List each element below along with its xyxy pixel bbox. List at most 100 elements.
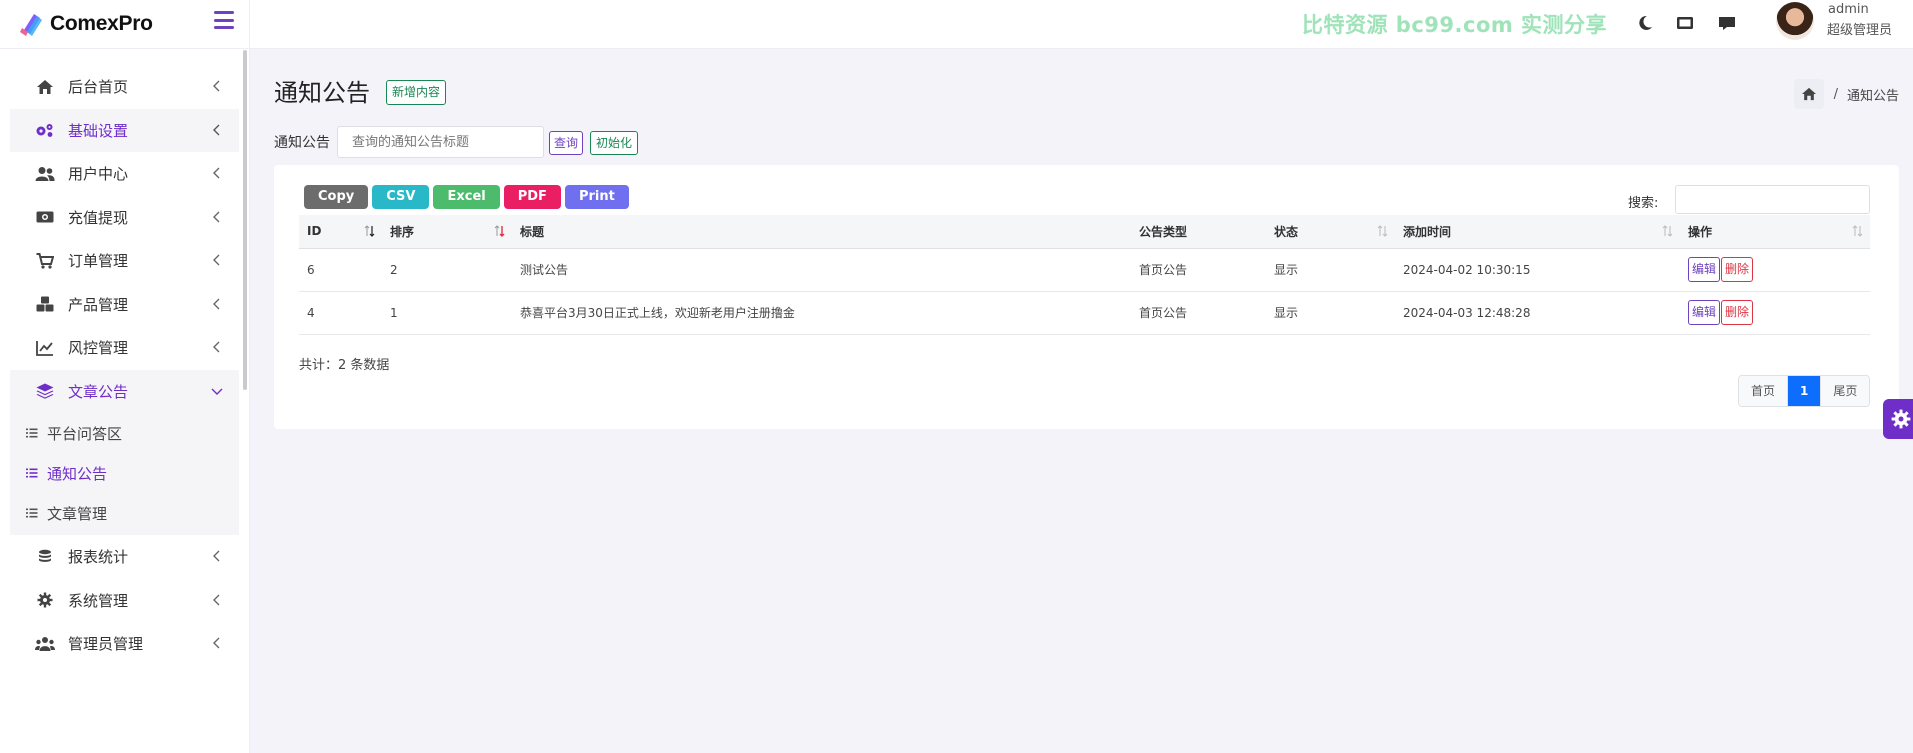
copy-button[interactable]: Copy [304, 185, 369, 209]
breadcrumb-current: 通知公告 [1846, 88, 1899, 104]
column-header-actions[interactable]: 操作 [1680, 215, 1870, 249]
table-row: 6 2 测试公告 首页公告 显示 2024-04-02 10:30:15 编辑删… [299, 248, 1870, 292]
cell-status: 显示 [1266, 248, 1395, 292]
column-header-time[interactable]: 添加时间 [1395, 215, 1680, 249]
submenu-item-qa[interactable]: 平台问答区 [10, 413, 239, 453]
cell-type: 首页公告 [1131, 248, 1266, 292]
users-icon [34, 164, 56, 184]
menu-toggle-icon[interactable] [214, 11, 234, 29]
avatar[interactable] [1776, 2, 1814, 40]
sort-desc-icon [494, 225, 505, 237]
list-icon [26, 428, 38, 438]
sidebar-item-label: 管理员管理 [68, 635, 144, 654]
page-title: 通知公告 [274, 79, 370, 107]
sidebar-item-label: 系统管理 [68, 591, 129, 610]
sort-icon [364, 225, 375, 237]
sort-icon [1377, 225, 1388, 237]
cell-id: 4 [299, 291, 382, 335]
edit-button[interactable]: 编辑 [1688, 257, 1721, 282]
sidebar-item-label: 后台首页 [68, 78, 129, 97]
first-page-button[interactable]: 首页 [1739, 376, 1789, 406]
cell-actions: 编辑 删除 [1680, 248, 1870, 292]
chat-icon[interactable] [1718, 14, 1736, 32]
topbar [250, 0, 1913, 49]
user-group-icon [34, 634, 56, 654]
data-card: Copy CSV Excel PDF Print 搜索: ID 排序 标题 公告… [274, 165, 1899, 429]
sidebar-item-basic-settings[interactable]: 基础设置 [10, 108, 239, 152]
gear-icon [1891, 409, 1911, 429]
chevron-left-icon [213, 637, 220, 649]
sidebar-item-orders[interactable]: 订单管理 [10, 239, 239, 283]
filter-label: 通知公告 [274, 135, 330, 151]
chevron-left-icon [213, 298, 220, 309]
cell-actions: 编辑 删除 [1680, 291, 1870, 335]
breadcrumb-home-icon[interactable] [1793, 79, 1824, 109]
sidebar-item-system[interactable]: 系统管理 [10, 579, 239, 623]
pdf-button[interactable]: PDF [503, 185, 561, 209]
submenu-item-label: 通知公告 [47, 464, 108, 483]
sidebar: ComexPro 后台首页 基础设置 用户中心 充值提现 订单管理 产品管理 风… [0, 0, 250, 753]
edit-button[interactable]: 编辑 [1688, 300, 1721, 325]
column-header-title: 标题 [512, 215, 1131, 249]
cell-time: 2024-04-03 12:48:28 [1395, 291, 1680, 335]
table-search-input[interactable] [1675, 185, 1870, 214]
chevron-left-icon [213, 80, 220, 92]
total-count: 共计：2 条数据 [299, 358, 390, 373]
reset-button[interactable]: 初始化 [590, 131, 639, 155]
cell-order: 1 [382, 291, 512, 335]
sidebar-item-label: 产品管理 [68, 295, 129, 314]
submenu-item-article-manage[interactable]: 文章管理 [10, 493, 239, 533]
sidebar-scrollbar[interactable] [243, 50, 247, 390]
chevron-left-icon [213, 211, 220, 222]
breadcrumb: / 通知公告 [1793, 79, 1899, 109]
print-button[interactable]: Print [564, 185, 629, 209]
brand: ComexPro [0, 0, 249, 49]
chevron-left-icon [213, 341, 220, 353]
add-content-button[interactable]: 新增内容 [386, 80, 447, 105]
column-header-type: 公告类型 [1131, 215, 1266, 249]
sidebar-item-home[interactable]: 后台首页 [10, 65, 239, 109]
brand-name: ComexPro [50, 12, 153, 35]
moon-icon[interactable] [1636, 14, 1654, 32]
gear-icon [34, 590, 56, 610]
column-header-order[interactable]: 排序 [382, 215, 512, 249]
submenu-articles: 平台问答区 通知公告 文章管理 [10, 413, 239, 535]
cell-order: 2 [382, 248, 512, 292]
sidebar-menu: 后台首页 基础设置 用户中心 充值提现 订单管理 产品管理 风控管理 文章公告 … [0, 49, 249, 666]
sidebar-item-recharge[interactable]: 充值提现 [10, 196, 239, 240]
cell-type: 首页公告 [1131, 291, 1266, 335]
column-header-status[interactable]: 状态 [1266, 215, 1395, 249]
chevron-left-icon [213, 550, 220, 562]
excel-button[interactable]: Excel [433, 185, 500, 209]
pagination: 首页 1 尾页 [1738, 375, 1871, 407]
chevron-left-icon [213, 124, 220, 135]
column-header-id[interactable]: ID [299, 215, 382, 249]
cogs-icon [34, 120, 56, 140]
sidebar-item-users[interactable]: 用户中心 [10, 152, 239, 196]
notice-search-input[interactable] [337, 126, 544, 158]
user-role: 超级管理员 [1827, 23, 1893, 38]
csv-button[interactable]: CSV [372, 185, 430, 209]
notices-table: ID 排序 标题 公告类型 状态 添加时间 操作 6 2 测试公告 首页公告 显… [299, 215, 1870, 335]
delete-button[interactable]: 删除 [1721, 300, 1754, 325]
delete-button[interactable]: 删除 [1721, 257, 1754, 282]
money-icon [34, 207, 56, 227]
last-page-button[interactable]: 尾页 [1821, 376, 1870, 406]
submenu-item-notices[interactable]: 通知公告 [10, 453, 239, 493]
page-button-current[interactable]: 1 [1788, 376, 1822, 406]
sidebar-item-label: 用户中心 [68, 165, 129, 184]
sidebar-item-products[interactable]: 产品管理 [10, 283, 239, 327]
user-name[interactable]: admin [1828, 2, 1869, 17]
table-row: 4 1 恭喜平台3月30日正式上线，欢迎新老用户注册撸金 首页公告 显示 202… [299, 291, 1870, 335]
cubes-icon [34, 294, 56, 314]
sort-icon [1662, 225, 1673, 237]
sidebar-item-articles[interactable]: 文章公告 [10, 369, 239, 413]
query-button[interactable]: 查询 [549, 131, 584, 155]
sidebar-item-reports[interactable]: 报表统计 [10, 535, 239, 579]
sidebar-item-admins[interactable]: 管理员管理 [10, 622, 239, 666]
sidebar-item-risk[interactable]: 风控管理 [10, 326, 239, 370]
sidebar-item-label: 充值提现 [68, 208, 129, 227]
sidebar-item-label: 文章公告 [68, 382, 129, 401]
fullscreen-icon[interactable] [1676, 14, 1694, 32]
settings-float-button[interactable] [1883, 399, 1913, 439]
